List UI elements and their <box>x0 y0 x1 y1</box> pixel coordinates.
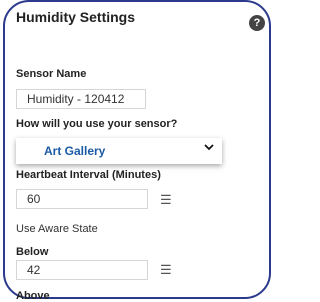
help-icon[interactable]: ? <box>249 15 265 31</box>
below-input[interactable]: 42 <box>16 260 148 280</box>
panel-title: Humidity Settings <box>16 9 136 25</box>
above-label: Above <box>16 290 50 302</box>
sensor-name-label: Sensor Name <box>16 68 87 80</box>
list-icon[interactable]: ☰ <box>160 263 172 276</box>
usage-select-value: Art Gallery <box>44 144 106 158</box>
usage-label: How will you use your sensor? <box>16 118 178 130</box>
usage-select[interactable]: Art Gallery <box>16 138 222 164</box>
heartbeat-label: Heartbeat Interval (Minutes) <box>16 169 161 181</box>
below-label: Below <box>16 246 49 258</box>
heartbeat-input[interactable]: 60 <box>16 189 148 209</box>
aware-state-label: Use Aware State <box>16 223 98 235</box>
list-icon[interactable]: ☰ <box>160 193 172 206</box>
chevron-down-icon <box>204 144 214 151</box>
sensor-name-input[interactable]: Humidity - 120412 <box>16 89 146 109</box>
